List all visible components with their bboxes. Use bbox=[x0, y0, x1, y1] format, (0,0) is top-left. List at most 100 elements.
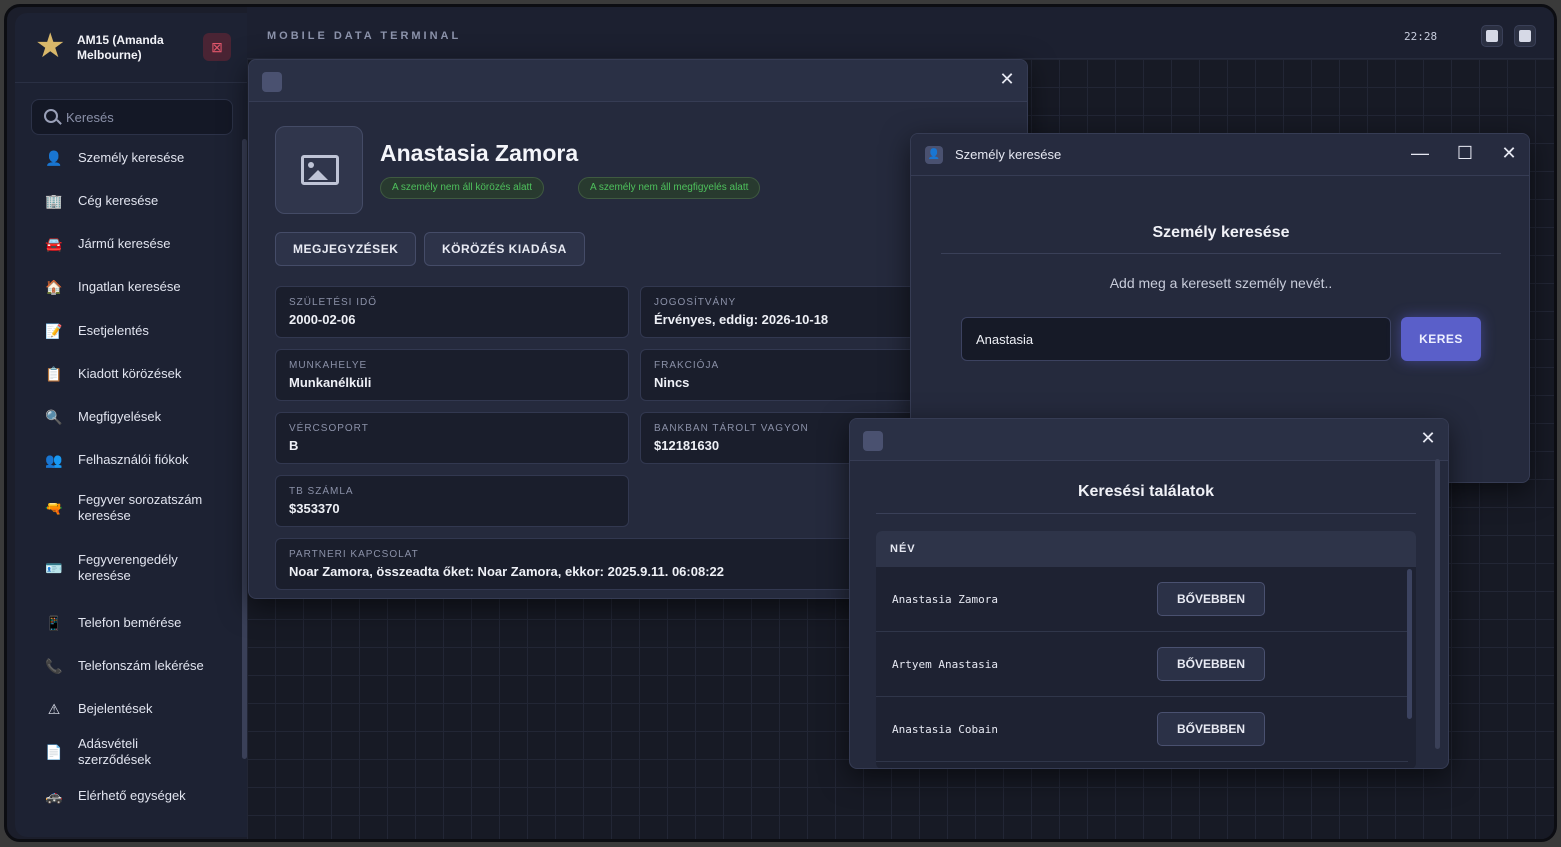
sidebar: ★ AM15 (Amanda Melbourne) ⊠ 👤 Személy ker… bbox=[15, 13, 247, 837]
more-button[interactable]: BŐVEBBEN bbox=[1157, 712, 1265, 746]
tb-value: $353370 bbox=[289, 501, 340, 516]
sidebar-item-7[interactable]: 🔍 Megfigyelések bbox=[15, 402, 233, 432]
app-title: MOBILE DATA TERMINAL bbox=[267, 30, 462, 42]
users-icon: 👥 bbox=[45, 452, 63, 468]
report-icon: 📝 bbox=[45, 323, 63, 339]
sidebar-item-11[interactable]: 📱 Telefon bemérése bbox=[15, 608, 233, 638]
sidebar-item-label: Ingatlan keresése bbox=[78, 279, 181, 294]
maximize-icon[interactable]: ☐ bbox=[1454, 142, 1476, 164]
house-icon: 🏠 bbox=[45, 279, 63, 295]
sidebar-item-6[interactable]: 📋 Kiadott körözések bbox=[15, 359, 233, 389]
workplace-value: Munkanélküli bbox=[289, 375, 372, 390]
sidebar-item-label: Jármű keresése bbox=[78, 236, 171, 251]
license-icon: 🪪 bbox=[45, 560, 63, 576]
results-table: NÉV Anastasia Zamora BŐVEBBEN Artyem Anast… bbox=[876, 531, 1416, 768]
sidebar-item-12[interactable]: 📞 Telefonszám lekérése bbox=[15, 651, 233, 681]
sidebar-search-input[interactable] bbox=[66, 100, 226, 134]
results-window-header[interactable]: ✕ bbox=[850, 419, 1448, 461]
sidebar-item-10[interactable]: 🪪 Fegyverengedély keresése bbox=[15, 548, 233, 588]
person-icon: 👤 bbox=[925, 146, 943, 164]
sidebar-item-1[interactable]: 👤 Személy keresése bbox=[15, 143, 233, 173]
logout-button[interactable]: ⊠ bbox=[203, 33, 231, 61]
sidebar-item-label: Kiadott körözések bbox=[78, 366, 182, 381]
name-column-header: NÉV bbox=[890, 543, 916, 555]
phone-number-icon: 📞 bbox=[45, 658, 63, 674]
tb-card: TB SZÁMLA $353370 bbox=[275, 475, 629, 527]
table-row: Anastasia Cobain BŐVEBBEN bbox=[876, 697, 1408, 762]
maximize-app-button[interactable] bbox=[1514, 25, 1536, 47]
faction-value: Nincs bbox=[654, 375, 690, 390]
issue-warrant-button[interactable]: KÖRÖZÉS KIADÁSA bbox=[424, 232, 585, 266]
sidebar-item-3[interactable]: 🚘 Jármű keresése bbox=[15, 229, 233, 259]
more-button[interactable]: BŐVEBBEN bbox=[1157, 647, 1265, 681]
workplace-label: MUNKAHELYE bbox=[289, 360, 368, 371]
minimize-icon bbox=[1486, 30, 1498, 42]
blood-label: VÉRCSOPORT bbox=[289, 423, 369, 434]
window-icon bbox=[863, 431, 883, 451]
sidebar-item-14[interactable]: 📄 Adásvételi szerződések bbox=[15, 736, 233, 767]
sidebar-item-label: Felhasználói fiókok bbox=[78, 452, 189, 467]
phone-icon: 📱 bbox=[45, 615, 63, 631]
user-name: AM15 (Amanda Melbourne) bbox=[77, 33, 164, 62]
app-frame: ★ AM15 (Amanda Melbourne) ⊠ 👤 Személy ker… bbox=[4, 4, 1557, 842]
blood-card: VÉRCSOPORT B bbox=[275, 412, 629, 464]
contract-icon: 📄 bbox=[45, 744, 63, 760]
sidebar-item-2[interactable]: 🏢 Cég keresése bbox=[15, 186, 233, 216]
sidebar-item-15[interactable]: 🚓 Elérhető egységek bbox=[15, 781, 233, 811]
person-search-header[interactable]: 👤 Személy keresése — ☐ ✕ bbox=[911, 134, 1529, 176]
profile-photo bbox=[275, 126, 363, 214]
license-label: JOGOSÍTVÁNY bbox=[654, 297, 737, 308]
blood-value: B bbox=[289, 438, 299, 453]
result-name: Anastasia Cobain bbox=[892, 723, 998, 736]
sidebar-item-label: Telefon bemérése bbox=[78, 615, 182, 630]
clock: 22:28 bbox=[1404, 30, 1438, 43]
results-window: ✕ Keresési találatok NÉV Anastasia Zamor… bbox=[849, 418, 1449, 769]
logout-icon: ⊠ bbox=[211, 39, 223, 55]
sidebar-item-label: Telefonszám lekérése bbox=[78, 658, 204, 673]
table-row: Anastasia Zamora BŐVEBBEN bbox=[876, 567, 1408, 632]
notes-button[interactable]: MEGJEGYZÉSEK bbox=[275, 232, 417, 266]
more-button[interactable]: BŐVEBBEN bbox=[1157, 582, 1265, 616]
top-bar: MOBILE DATA TERMINAL 22:28 bbox=[247, 7, 1554, 59]
minimize-icon[interactable]: — bbox=[1409, 142, 1431, 164]
person-name-input[interactable] bbox=[961, 317, 1391, 361]
divider bbox=[876, 513, 1416, 514]
car-icon: 🚘 bbox=[45, 236, 63, 252]
divider bbox=[941, 253, 1501, 254]
partner-value: Noar Zamora, összeadta őket: Noar Zamora… bbox=[289, 564, 724, 579]
result-name: Artyem Anastasia bbox=[892, 658, 998, 671]
building-icon: 🏢 bbox=[45, 193, 63, 209]
table-header: NÉV bbox=[876, 531, 1416, 567]
sidebar-item-8[interactable]: 👥 Felhasználói fiókok bbox=[15, 445, 233, 475]
bank-label: BANKBAN TÁROLT VAGYON bbox=[654, 423, 809, 434]
sidebar-item-13[interactable]: ⚠ Bejelentések bbox=[15, 694, 233, 724]
profile-window-header[interactable]: ✕ bbox=[249, 60, 1027, 102]
birth-card: SZÜLETÉSI IDŐ 2000-02-06 bbox=[275, 286, 629, 338]
sidebar-search bbox=[31, 99, 233, 135]
search-button[interactable]: KERES bbox=[1401, 317, 1481, 361]
partner-label: PARTNERI KAPCSOLAT bbox=[289, 549, 419, 560]
result-name: Anastasia Zamora bbox=[892, 593, 998, 606]
sidebar-item-label: Fegyver sorozatszám keresése bbox=[78, 492, 203, 523]
bank-value: $12181630 bbox=[654, 438, 720, 453]
image-icon bbox=[301, 155, 339, 185]
close-icon[interactable]: ✕ bbox=[996, 68, 1018, 90]
person-search-description: Add meg a keresett személy nevét.. bbox=[1109, 275, 1333, 291]
person-search-title: Személy keresése bbox=[955, 147, 1062, 162]
sidebar-item-label: Megfigyelések bbox=[78, 409, 162, 424]
sidebar-item-label: Bejelentések bbox=[78, 701, 153, 716]
sidebar-item-4[interactable]: 🏠 Ingatlan keresése bbox=[15, 272, 233, 302]
results-scrollbar[interactable] bbox=[1435, 459, 1440, 749]
close-icon[interactable]: ✕ bbox=[1498, 142, 1520, 164]
sidebar-item-label: Cég keresése bbox=[78, 193, 159, 208]
table-scrollbar[interactable] bbox=[1407, 569, 1412, 719]
minimize-app-button[interactable] bbox=[1481, 25, 1503, 47]
close-icon[interactable]: ✕ bbox=[1417, 427, 1439, 449]
license-value: Érvényes, eddig: 2026-10-18 bbox=[654, 312, 829, 327]
sidebar-item-5[interactable]: 📝 Esetjelentés bbox=[15, 316, 233, 346]
workplace-card: MUNKAHELYE Munkanélküli bbox=[275, 349, 629, 401]
sidebar-item-label: Elérhető egységek bbox=[78, 788, 186, 803]
sidebar-item-9[interactable]: 🔫 Fegyver sorozatszám keresése bbox=[15, 488, 233, 528]
tb-label: TB SZÁMLA bbox=[289, 486, 354, 497]
units-icon: 🚓 bbox=[45, 788, 63, 804]
